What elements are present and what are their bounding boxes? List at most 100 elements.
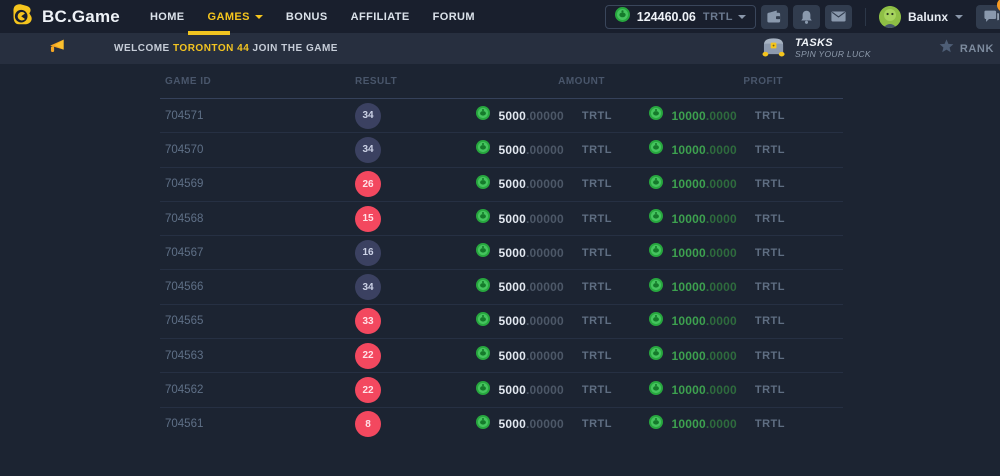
amount-dec: .00000 [526, 383, 564, 397]
table-row[interactable]: 704570 34 5000.00000 TRTL [160, 132, 843, 166]
topbar-right: 124460.06 TRTL [605, 5, 1000, 29]
main-content: GAME ID RESULT AMOUNT PROFIT 704571 34 5… [0, 64, 1000, 476]
amount-int: 5000 [498, 143, 526, 157]
amount-int: 5000 [498, 177, 526, 191]
avatar [879, 6, 901, 28]
profit-int: 10000 [671, 349, 705, 363]
amount-currency: TRTL [582, 178, 612, 190]
table-row[interactable]: 704562 22 5000.00000 TRTL [160, 372, 843, 406]
game-id-cell: 704566 [160, 281, 355, 293]
balance-selector[interactable]: 124460.06 TRTL [605, 5, 756, 29]
amount-int: 5000 [498, 212, 526, 226]
announcement-bar: WELCOME TORONTON 44 JOIN THE GAME TASKS … [0, 33, 1000, 64]
trtl-coin-icon [476, 140, 490, 159]
amount-int: 5000 [498, 109, 526, 123]
notifications-button[interactable] [793, 5, 820, 29]
game-id-cell: 704569 [160, 178, 355, 190]
nav-item-bonus[interactable]: BONUS [286, 11, 328, 23]
table-row[interactable]: 704563 22 5000.00000 TRTL [160, 338, 843, 372]
profit-int: 10000 [671, 143, 705, 157]
brand-name: BC.Game [42, 7, 120, 27]
tasks-subtitle: SPIN YOUR LUCK [795, 50, 871, 60]
profit-int: 10000 [671, 383, 705, 397]
profit-int: 10000 [671, 177, 705, 191]
table-body: 704571 34 5000.00000 TRTL [160, 98, 843, 441]
trtl-coin-icon [476, 415, 490, 434]
profit-int: 10000 [671, 212, 705, 226]
trtl-coin-icon [476, 312, 490, 331]
amount-dec: .00000 [526, 417, 564, 431]
profit-dec: .0000 [706, 143, 737, 157]
game-id-cell: 704570 [160, 144, 355, 156]
chat-button[interactable]: 10 [976, 5, 1000, 29]
game-id-cell: 704561 [160, 418, 355, 430]
announcement-suffix: JOIN THE GAME [249, 43, 338, 54]
tasks-button[interactable]: TASKS SPIN YOUR LUCK [761, 35, 871, 63]
table-row[interactable]: 704561 8 5000.00000 TRTL [160, 407, 843, 441]
username: Balunx [908, 10, 948, 24]
table-row[interactable]: 704568 15 5000.00000 TRTL [160, 201, 843, 235]
nav-item-affiliate[interactable]: AFFILIATE [351, 11, 410, 23]
profit-int: 10000 [671, 280, 705, 294]
trtl-coin-icon [649, 415, 663, 434]
amount-int: 5000 [498, 417, 526, 431]
profit-dec: .0000 [706, 246, 737, 260]
trtl-coin-icon [476, 381, 490, 400]
nav-item-forum[interactable]: FORUM [433, 11, 475, 23]
table-row[interactable]: 704569 26 5000.00000 TRTL [160, 167, 843, 201]
megaphone-icon [47, 38, 66, 59]
profit-dec: .0000 [706, 177, 737, 191]
balance-currency: TRTL [703, 11, 733, 23]
profit-currency: TRTL [755, 418, 785, 430]
table-row[interactable]: 704565 33 5000.00000 TRTL [160, 304, 843, 338]
trtl-coin-icon [476, 278, 490, 297]
active-nav-underline [188, 31, 230, 35]
profit-currency: TRTL [755, 281, 785, 293]
amount-dec: .00000 [526, 349, 564, 363]
bcgame-logo-icon [10, 2, 34, 31]
bet-history-table: GAME ID RESULT AMOUNT PROFIT 704571 34 5… [160, 64, 843, 441]
top-bar: BC.Game HOME GAMES BONUS AFFILIATE FORUM 124… [0, 0, 1000, 33]
amount-currency: TRTL [582, 384, 612, 396]
chat-icon [984, 10, 999, 23]
topbar-divider [865, 8, 866, 26]
amount-dec: .00000 [526, 143, 564, 157]
amount-dec: .00000 [526, 177, 564, 191]
result-badge: 22 [355, 377, 381, 403]
amount-int: 5000 [498, 246, 526, 260]
mail-button[interactable] [825, 5, 852, 29]
announcement-text: WELCOME TORONTON 44 JOIN THE GAME [114, 43, 338, 54]
profit-currency: TRTL [755, 247, 785, 259]
rank-label: RANK [960, 43, 994, 55]
game-id-cell: 704562 [160, 384, 355, 396]
trtl-coin-icon [476, 243, 490, 262]
amount-currency: TRTL [582, 213, 612, 225]
trtl-coin-icon [649, 140, 663, 159]
table-row[interactable]: 704571 34 5000.00000 TRTL [160, 98, 843, 132]
result-badge: 8 [355, 411, 381, 437]
wallet-button[interactable] [761, 5, 788, 29]
amount-currency: TRTL [582, 350, 612, 362]
announcement-right: TASKS SPIN YOUR LUCK RANK [761, 35, 1000, 63]
header-profit: PROFIT [615, 76, 843, 87]
game-id-cell: 704565 [160, 315, 355, 327]
nav-item-games[interactable]: GAMES [208, 11, 263, 23]
result-badge: 22 [355, 343, 381, 369]
wallet-icon [767, 10, 782, 23]
profit-currency: TRTL [755, 384, 785, 396]
profit-currency: TRTL [755, 144, 785, 156]
trtl-coin-icon [649, 346, 663, 365]
profit-currency: TRTL [755, 110, 785, 122]
table-row[interactable]: 704567 16 5000.00000 TRTL [160, 235, 843, 269]
profit-currency: TRTL [755, 350, 785, 362]
rank-button[interactable]: RANK [939, 39, 994, 58]
trtl-coin-icon [649, 381, 663, 400]
user-menu[interactable]: Balunx [879, 6, 963, 28]
brand-logo[interactable]: BC.Game [10, 2, 120, 31]
amount-dec: .00000 [526, 280, 564, 294]
table-row[interactable]: 704566 34 5000.00000 TRTL [160, 269, 843, 303]
amount-int: 5000 [498, 349, 526, 363]
nav-item-home[interactable]: HOME [150, 11, 185, 23]
header-result: RESULT [355, 76, 470, 87]
profit-int: 10000 [671, 417, 705, 431]
